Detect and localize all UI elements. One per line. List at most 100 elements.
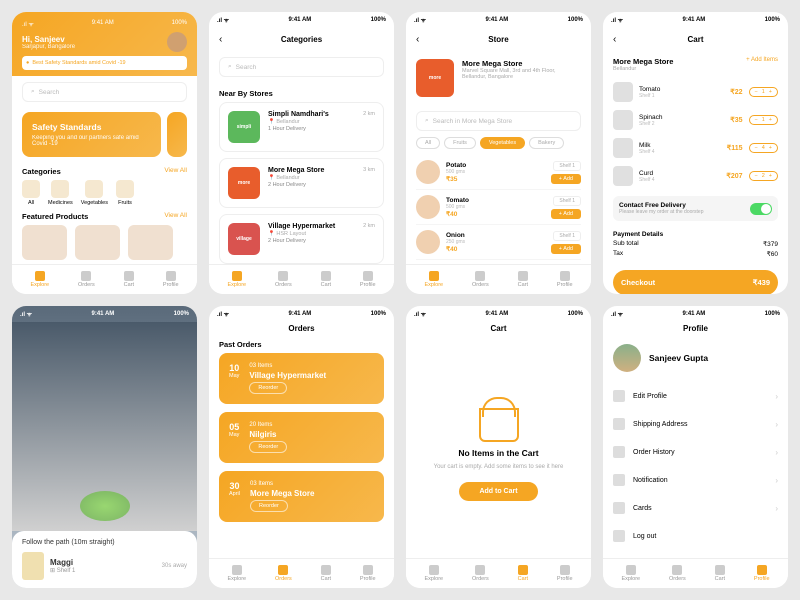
pin-icon: 📍 — [268, 175, 275, 181]
add-button[interactable]: + Add — [551, 209, 581, 219]
qty-stepper[interactable]: −2+ — [749, 171, 779, 181]
category-item[interactable]: Vegetables — [81, 180, 108, 206]
avatar[interactable] — [613, 344, 641, 372]
reorder-button[interactable]: Reorder — [249, 441, 287, 453]
qty-stepper[interactable]: −4+ — [749, 143, 779, 153]
nav-explore[interactable]: Explore — [621, 565, 640, 582]
store-logo: more — [228, 167, 260, 199]
add-to-cart-button[interactable]: Add to Cart — [459, 482, 537, 501]
nav-profile[interactable]: Profile — [754, 565, 770, 582]
featured-product[interactable] — [75, 225, 120, 260]
pill-all[interactable]: All — [416, 137, 440, 149]
search-input[interactable]: ⌕Search in More Mega Store — [416, 111, 581, 131]
nav-orders[interactable]: Orders — [275, 271, 292, 288]
profile-item-logout[interactable]: Log out — [603, 522, 788, 550]
add-button[interactable]: + Add — [551, 244, 581, 254]
qty-stepper[interactable]: −1+ — [749, 115, 779, 125]
profile-item-edit[interactable]: Edit Profile› — [603, 382, 788, 410]
cart-store-name: More Mega Store — [613, 57, 673, 66]
nav-orders[interactable]: Orders — [669, 565, 686, 582]
back-button[interactable]: ‹ — [613, 34, 616, 45]
nav-cart[interactable]: Cart — [518, 565, 528, 582]
contact-free-delivery: Contact Free DeliveryPlease leave my ord… — [613, 196, 778, 221]
pill-fruits[interactable]: Fruits — [444, 137, 476, 149]
ar-path-marker — [80, 491, 130, 521]
pill-vegetables[interactable]: Vegetables — [480, 137, 525, 149]
reorder-button[interactable]: Reorder — [249, 382, 287, 394]
profile-item-notification[interactable]: Notification› — [603, 466, 788, 494]
product-row[interactable]: Onion250 gms₹40Shelf 1+ Add — [416, 225, 581, 260]
nav-orders[interactable]: Orders — [472, 271, 489, 288]
category-item[interactable]: All — [22, 180, 40, 206]
featured-product[interactable] — [22, 225, 67, 260]
location[interactable]: Sarjapur, Bangalore — [22, 44, 75, 50]
screen-cart-empty: .ıl ᯤ9:41 AM100% Cart No Items in the Ca… — [406, 306, 591, 588]
product-row[interactable]: Potato500 gms₹35Shelf 1+ Add — [416, 155, 581, 190]
view-all-link[interactable]: View All — [164, 212, 187, 221]
featured-product[interactable] — [128, 225, 173, 260]
order-card[interactable]: 30April03 ItemsMore Mega StoreReorder — [219, 471, 384, 522]
product-image — [416, 195, 440, 219]
nav-cart[interactable]: Cart — [321, 271, 331, 288]
safety-banner[interactable]: ●Best Safety Standards amid Covid -19 — [22, 56, 187, 70]
add-items-link[interactable]: + Add Items — [746, 57, 778, 72]
store-card[interactable]: villageVillage Hypermarket📍 HSR Layout2 … — [219, 214, 384, 264]
nav-orders[interactable]: Orders — [78, 271, 95, 288]
section-title: Categories — [22, 167, 61, 176]
profile-item-cards[interactable]: Cards› — [603, 494, 788, 522]
nav-profile[interactable]: Profile — [360, 271, 376, 288]
nav-explore[interactable]: Explore — [227, 271, 246, 288]
back-button[interactable]: ‹ — [416, 34, 419, 45]
category-item[interactable]: Fruits — [116, 180, 134, 206]
qty-stepper[interactable]: −1+ — [749, 87, 779, 97]
nav-profile[interactable]: Profile — [360, 565, 376, 582]
product-image — [416, 160, 440, 184]
category-list: All Medicines Vegetables Fruits — [22, 180, 187, 206]
order-card[interactable]: 10May03 ItemsVillage HypermarketReorder — [219, 353, 384, 404]
back-button[interactable]: ‹ — [219, 34, 222, 45]
nav-explore[interactable]: Explore — [30, 271, 49, 288]
category-item[interactable]: Medicines — [48, 180, 73, 206]
nav-profile[interactable]: Profile — [557, 565, 573, 582]
store-card[interactable]: moreMore Mega Store📍 Bellandur2 Hour Del… — [219, 158, 384, 208]
nav-explore[interactable]: Explore — [424, 271, 443, 288]
screen-cart-full: .ıl ᯤ9:41 AM100% ‹Cart More Mega StoreBe… — [603, 12, 788, 294]
nav-profile[interactable]: Profile — [557, 271, 573, 288]
profile-item-shipping[interactable]: Shipping Address› — [603, 410, 788, 438]
nav-orders[interactable]: Orders — [472, 565, 489, 582]
nav-profile[interactable]: Profile — [163, 271, 179, 288]
nav-explore[interactable]: Explore — [227, 565, 246, 582]
avatar[interactable] — [167, 32, 187, 52]
nav-explore[interactable]: Explore — [424, 565, 443, 582]
nav-orders[interactable]: Orders — [275, 565, 292, 582]
safety-card[interactable]: Safety StandardsKeeping you and our part… — [22, 112, 161, 157]
profile-item-history[interactable]: Order History› — [603, 438, 788, 466]
toggle-switch[interactable] — [750, 203, 772, 215]
store-card[interactable]: simpliSimpli Namdhari's📍 Bellandur1 Hour… — [219, 102, 384, 152]
view-all-link[interactable]: View All — [164, 167, 187, 176]
screen-categories: .ıl ᯤ9:41 AM100% ‹Categories ⌕Search Nea… — [209, 12, 394, 294]
pill-bakery[interactable]: Bakery — [529, 137, 564, 149]
screen-ar-nav: .ıl ᯤ9:41 AM100% Follow the path (10m st… — [12, 306, 197, 588]
page-title: Categories — [281, 35, 322, 44]
search-input[interactable]: ⌕Search — [22, 82, 187, 102]
nav-cart[interactable]: Cart — [518, 271, 528, 288]
pin-icon — [613, 418, 625, 430]
page-title: Orders — [288, 324, 314, 333]
section-title: Near By Stores — [219, 89, 273, 98]
product-row[interactable]: Tomato500 gms₹40Shelf 1+ Add — [416, 190, 581, 225]
path-instruction: Follow the path (10m straight) — [22, 539, 187, 546]
add-button[interactable]: + Add — [551, 174, 581, 184]
nav-cart[interactable]: Cart — [124, 271, 134, 288]
shelf-label: ⊞ Shelf 1 — [50, 567, 75, 574]
order-card[interactable]: 05May20 ItemsNilgirisReorder — [219, 412, 384, 463]
search-icon — [35, 271, 45, 281]
safety-card-2[interactable] — [167, 112, 187, 157]
page-title: Cart — [687, 35, 703, 44]
checkout-button[interactable]: Checkout₹439 — [613, 270, 778, 294]
nav-cart[interactable]: Cart — [715, 565, 725, 582]
nav-cart[interactable]: Cart — [321, 565, 331, 582]
screen-home: .ıl ᯤ9:41 AM100% Hi, SanjeevSarjapur, Ba… — [12, 12, 197, 294]
search-input[interactable]: ⌕Search — [219, 57, 384, 77]
reorder-button[interactable]: Reorder — [250, 500, 288, 512]
